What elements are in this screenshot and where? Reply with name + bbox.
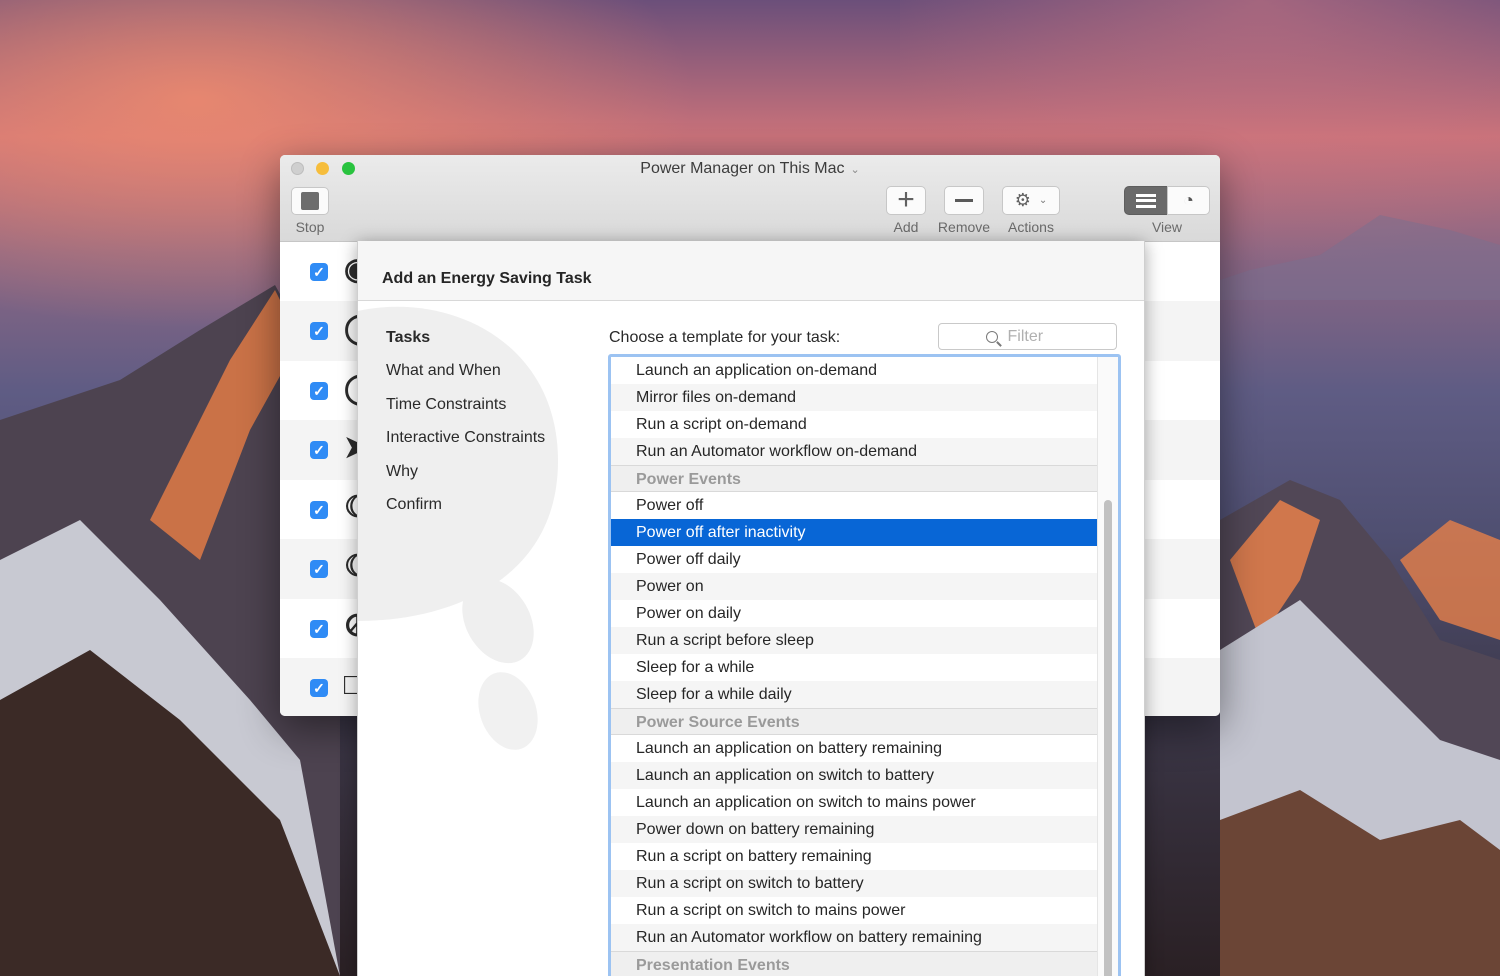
template-item[interactable]: Power off	[611, 492, 1098, 519]
chevron-down-icon: ⌄	[1038, 195, 1048, 206]
task-enabled-checkbox[interactable]: ✓	[310, 263, 328, 281]
add-label: Add	[893, 219, 919, 235]
search-icon	[985, 330, 998, 343]
template-item[interactable]: Power down on battery remaining	[611, 816, 1098, 843]
template-item[interactable]: Sleep for a while daily	[611, 681, 1098, 708]
stop-label: Stop	[295, 219, 325, 235]
view-gauge-segment[interactable]: ◔	[1167, 186, 1210, 215]
plus-icon: +	[897, 182, 915, 216]
gauge-icon: ◔	[1183, 190, 1194, 210]
task-enabled-checkbox[interactable]: ✓	[310, 441, 328, 459]
template-prompt: Choose a template for your task:	[609, 329, 841, 346]
scrollbar-thumb[interactable]	[1104, 500, 1112, 976]
step-tasks[interactable]: Tasks	[386, 329, 430, 347]
template-group-header: Presentation Events	[611, 951, 1098, 976]
actions-label: Actions	[1008, 219, 1054, 235]
window-title-text: Power Manager on This Mac	[640, 160, 845, 177]
template-list-scrollbar[interactable]	[1097, 357, 1118, 976]
power-manager-watermark-icon	[358, 306, 558, 750]
template-item[interactable]: Run a script on battery remaining	[611, 843, 1098, 870]
filter-input[interactable]	[1005, 326, 1070, 347]
list-icon	[1136, 193, 1156, 208]
view-label: View	[1151, 219, 1183, 235]
window-titlebar: Power Manager on This Mac ⌄ Stop + Add Re…	[280, 155, 1220, 242]
add-button[interactable]: +	[886, 182, 926, 216]
template-item[interactable]: Power off daily	[611, 546, 1098, 573]
step-what-and-when[interactable]: What and When	[386, 362, 501, 380]
template-item[interactable]: Launch an application on battery remaini…	[611, 735, 1098, 762]
template-item[interactable]: Launch an application on-demand	[611, 357, 1098, 384]
template-group-header: Power Source Events	[611, 708, 1098, 735]
template-item[interactable]: Sleep for a while	[611, 654, 1098, 681]
template-item[interactable]: Mirror files on-demand	[611, 384, 1098, 411]
step-confirm[interactable]: Confirm	[386, 496, 442, 514]
task-enabled-checkbox[interactable]: ✓	[310, 560, 328, 578]
task-enabled-checkbox[interactable]: ✓	[310, 679, 328, 697]
step-time-constraints[interactable]: Time Constraints	[386, 396, 506, 414]
template-item[interactable]: Run a script on switch to battery	[611, 870, 1098, 897]
remove-button[interactable]	[944, 186, 984, 215]
template-item[interactable]: Run a script before sleep	[611, 627, 1098, 654]
stop-button[interactable]	[291, 187, 329, 215]
template-list-items: Launch an application on-demand Mirror fi…	[611, 357, 1098, 976]
template-item[interactable]: Power off after inactivity	[611, 519, 1098, 546]
task-enabled-checkbox[interactable]: ✓	[310, 501, 328, 519]
template-item[interactable]: Run an Automator workflow on-demand	[611, 438, 1098, 465]
view-list-segment[interactable]	[1124, 186, 1168, 215]
template-item[interactable]: Launch an application on switch to mains…	[611, 789, 1098, 816]
template-item[interactable]: Run a script on-demand	[611, 411, 1098, 438]
chevron-down-icon: ⌄	[850, 164, 860, 176]
actions-menu-button[interactable]: ⚙ ⌄	[1002, 186, 1060, 215]
step-interactive-constraints[interactable]: Interactive Constraints	[386, 429, 545, 447]
template-list[interactable]: Launch an application on-demand Mirror fi…	[608, 354, 1121, 976]
gear-icon: ⚙	[1014, 190, 1031, 210]
window-title[interactable]: Power Manager on This Mac ⌄	[280, 160, 1220, 178]
template-item[interactable]: Run a script on switch to mains power	[611, 897, 1098, 924]
template-item[interactable]: Launch an application on switch to batte…	[611, 762, 1098, 789]
task-enabled-checkbox[interactable]: ✓	[310, 382, 328, 400]
add-task-sheet: Add an Energy Saving Task Tasks What and…	[357, 241, 1145, 976]
minus-icon	[955, 199, 973, 202]
step-why[interactable]: Why	[386, 463, 418, 481]
template-item[interactable]: Power on daily	[611, 600, 1098, 627]
stop-icon	[301, 192, 319, 210]
filter-field[interactable]	[938, 323, 1117, 350]
remove-label: Remove	[937, 219, 991, 235]
task-enabled-checkbox[interactable]: ✓	[310, 620, 328, 638]
task-enabled-checkbox[interactable]: ✓	[310, 322, 328, 340]
template-item[interactable]: Power on	[611, 573, 1098, 600]
template-item[interactable]: Run an Automator workflow on battery rem…	[611, 924, 1098, 951]
template-group-header: Power Events	[611, 465, 1098, 492]
